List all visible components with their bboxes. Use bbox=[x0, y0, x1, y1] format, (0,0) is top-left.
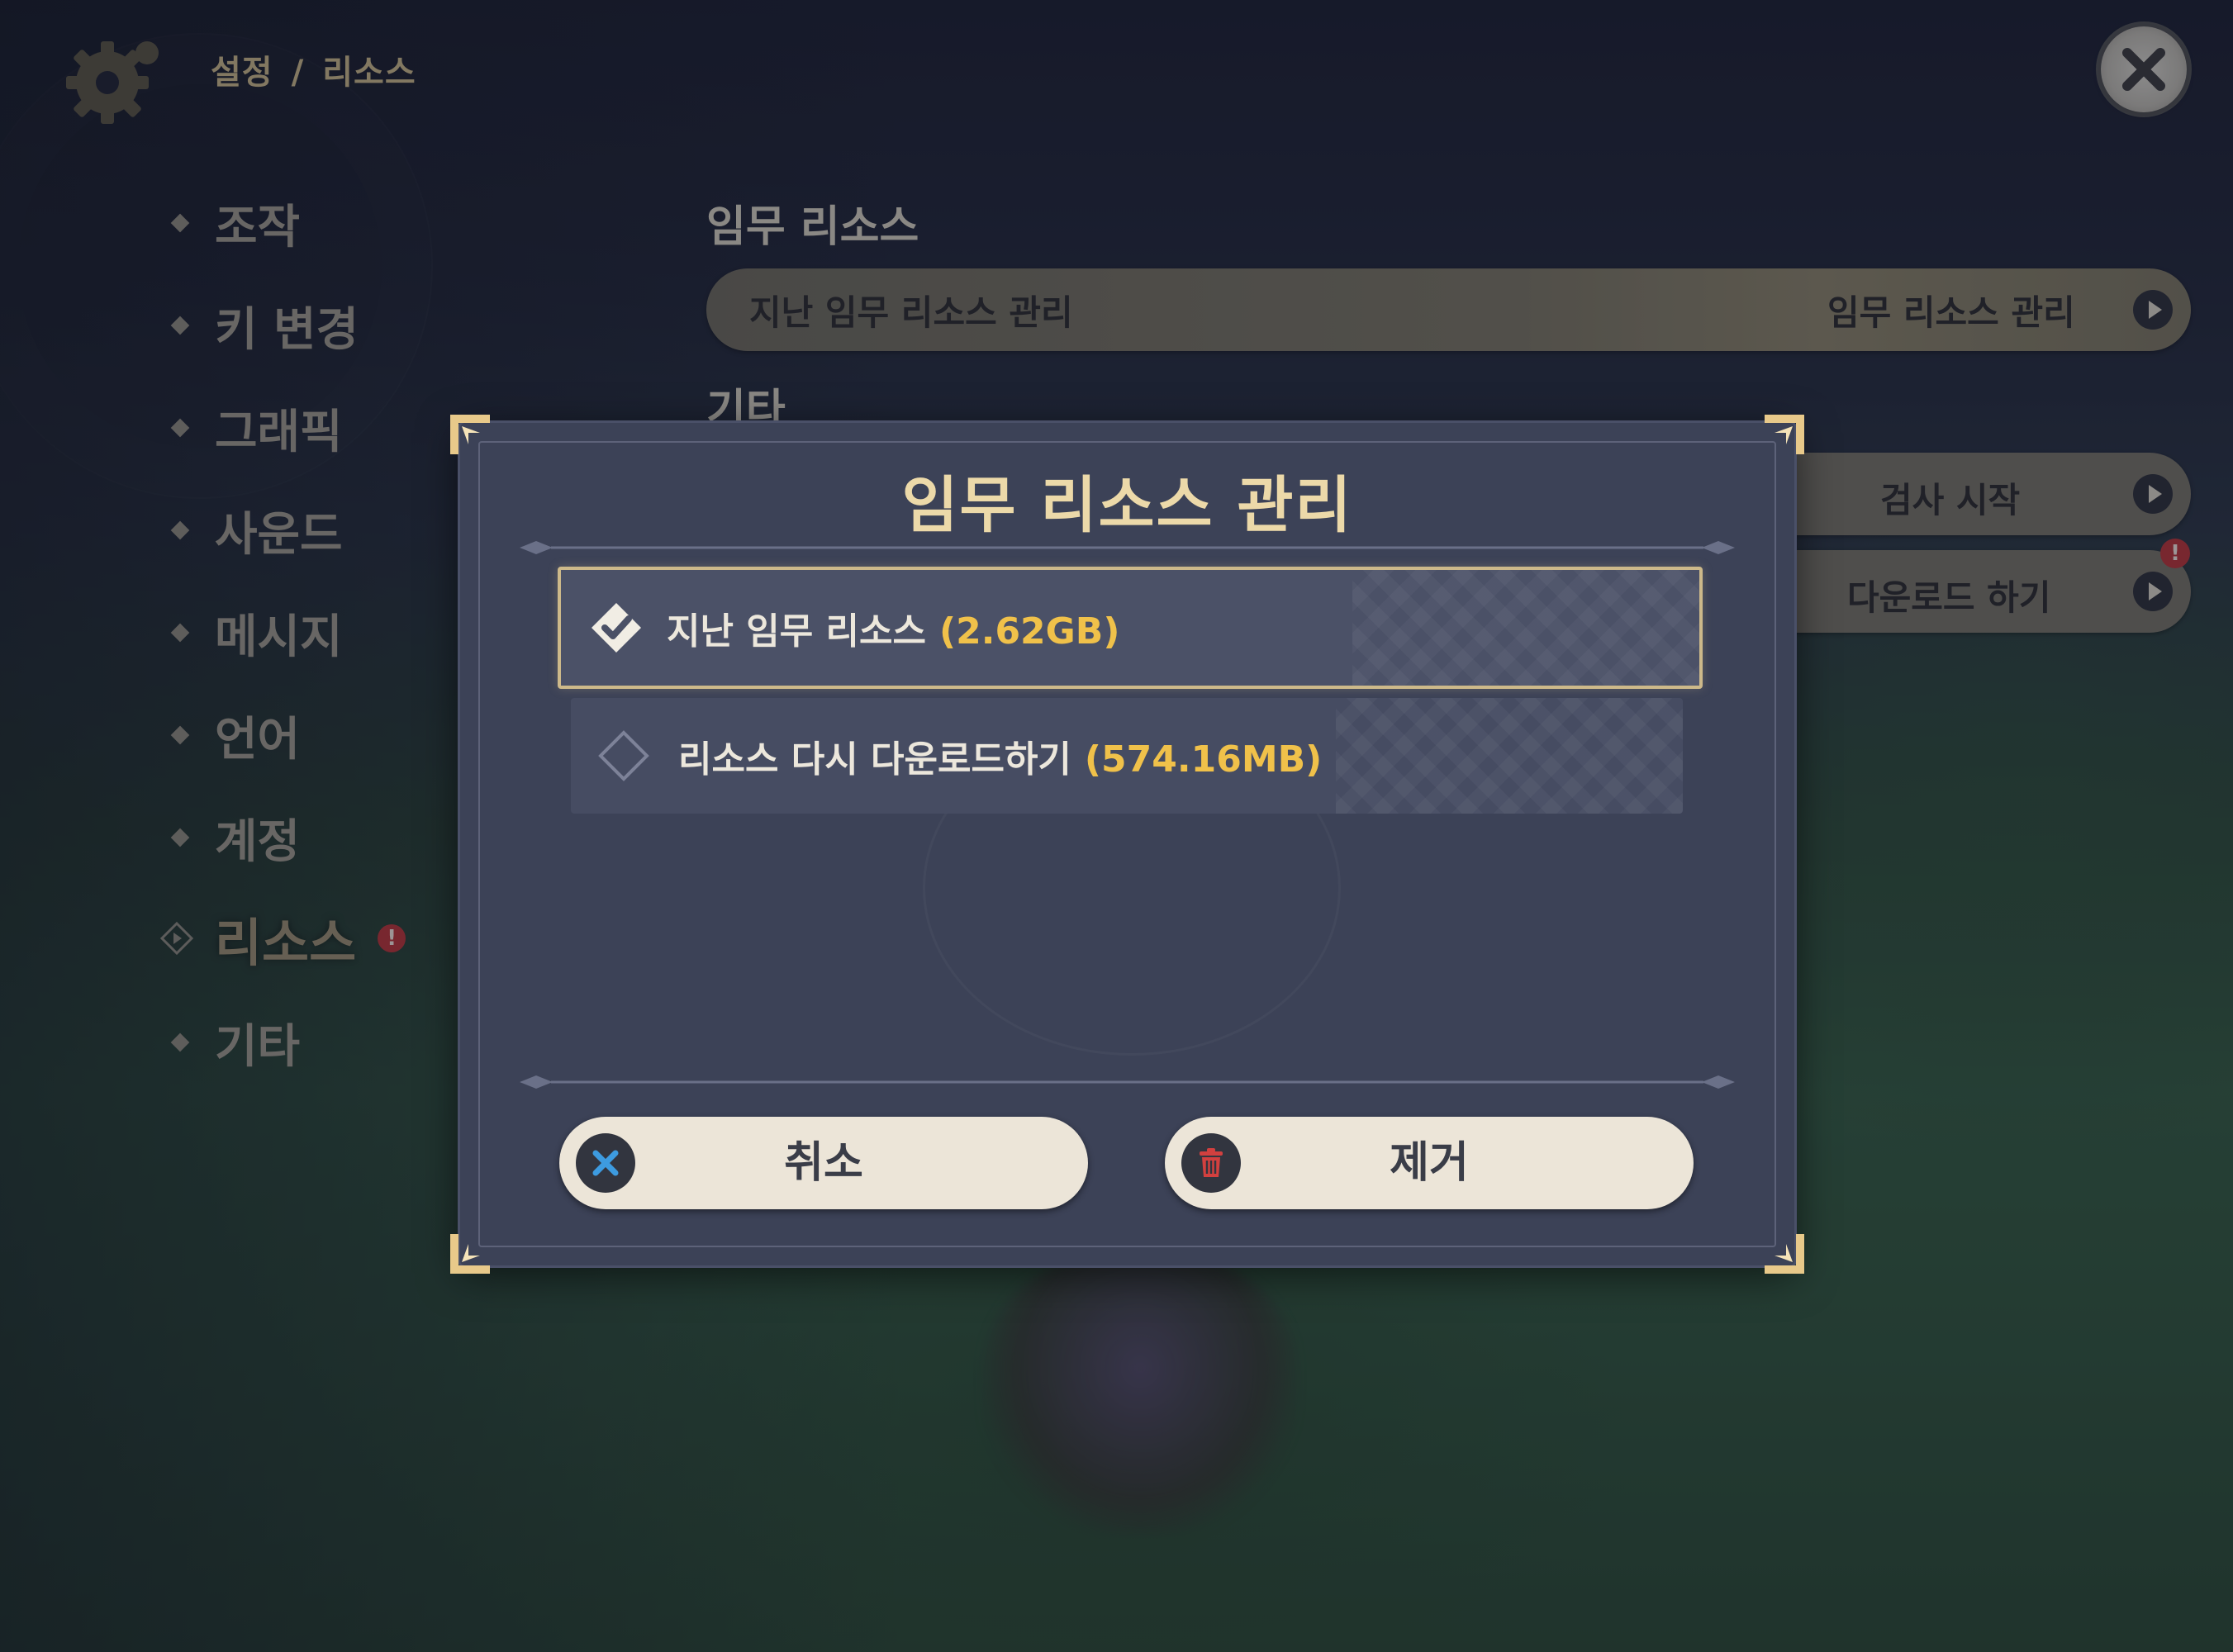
option-size: (2.62GB) bbox=[939, 610, 1120, 653]
dialog-title: 임무 리소스 관리 bbox=[901, 470, 1353, 541]
option-size: (574.16MB) bbox=[1084, 738, 1323, 781]
corner-ornament-icon bbox=[1765, 1234, 1804, 1274]
remove-label: 제거 bbox=[1390, 1138, 1469, 1188]
option-pattern bbox=[1336, 698, 1683, 814]
option-past-quest-resources[interactable]: 지난 임무 리소스 (2.62GB) bbox=[558, 567, 1703, 689]
title-divider bbox=[520, 541, 1735, 554]
corner-ornament-icon bbox=[450, 415, 490, 454]
option-label: 리소스 다시 다운로드하기 bbox=[678, 738, 1071, 781]
empty-diamond-icon bbox=[598, 730, 649, 781]
checked-diamond-icon bbox=[592, 603, 641, 653]
option-pattern bbox=[1352, 570, 1699, 686]
option-redownload-resources[interactable]: 리소스 다시 다운로드하기 (574.16MB) bbox=[571, 698, 1683, 814]
corner-ornament-icon bbox=[450, 1234, 490, 1274]
cancel-button[interactable]: 취소 bbox=[559, 1117, 1088, 1209]
option-label: 지난 임무 리소스 bbox=[667, 610, 926, 653]
footer-divider bbox=[520, 1075, 1735, 1089]
corner-ornament-icon bbox=[1765, 415, 1804, 454]
cancel-label: 취소 bbox=[784, 1138, 863, 1188]
resource-manage-dialog: 임무 리소스 관리 지난 임무 리소스 (2.62GB) 리소스 다시 다운로드하… bbox=[450, 415, 1804, 1274]
remove-button[interactable]: 제거 bbox=[1165, 1117, 1694, 1209]
